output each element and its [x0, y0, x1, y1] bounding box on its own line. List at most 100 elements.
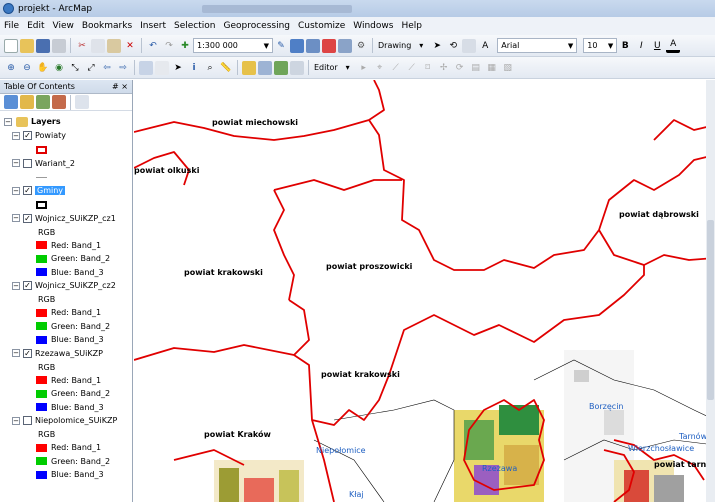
back-extent-icon[interactable]: ⇦ [100, 61, 114, 75]
map-vertical-scrollbar[interactable] [706, 80, 715, 502]
layer-row[interactable]: − Wariant_2 [12, 157, 75, 170]
layer-visibility-checkbox[interactable]: ✓ [23, 281, 32, 290]
layer-row[interactable]: − ✓ Wojnicz_SUiKZP_cz2 [12, 279, 116, 292]
list-by-drawing-order-icon[interactable] [4, 95, 18, 109]
layer-row[interactable]: − ✓ Powiaty [12, 129, 66, 142]
forward-extent-icon[interactable]: ⇨ [116, 61, 130, 75]
menu-file[interactable]: File [0, 21, 23, 31]
hyperlink-icon[interactable] [242, 60, 256, 75]
layer-name[interactable]: Rzezawa_SUiKZP [35, 349, 103, 358]
select-elements-icon[interactable]: ➤ [171, 61, 185, 75]
layer-visibility-checkbox[interactable]: ✓ [23, 186, 32, 195]
layers-root[interactable]: − Layers [4, 115, 61, 128]
layer-name[interactable]: Wariant_2 [35, 159, 75, 168]
map-scale-dropdown[interactable]: 1:300 000 ▼ [193, 38, 273, 53]
identify-icon[interactable]: i [187, 61, 201, 75]
layer-row[interactable]: − Niepolomice_SUiKZP [12, 414, 117, 427]
list-by-selection-icon[interactable] [52, 95, 66, 109]
collapse-icon[interactable]: − [12, 214, 20, 222]
menu-edit[interactable]: Edit [23, 21, 48, 31]
table-of-contents-icon[interactable] [290, 38, 304, 53]
fixed-zoom-out-icon[interactable]: ⤢ [84, 61, 98, 75]
menu-selection[interactable]: Selection [170, 21, 219, 31]
collapse-icon[interactable]: − [12, 416, 20, 425]
find-icon[interactable]: ⌕ [203, 61, 217, 75]
model-builder-icon[interactable]: ⚙ [354, 39, 368, 53]
layer-visibility-checkbox[interactable]: ✓ [23, 213, 32, 223]
layer-name[interactable]: Powiaty [35, 131, 66, 140]
layer-visibility-checkbox[interactable] [23, 158, 32, 168]
rotate-icon[interactable]: ⟲ [446, 39, 460, 53]
menu-windows[interactable]: Windows [349, 21, 397, 31]
list-by-visibility-icon[interactable] [36, 95, 50, 109]
font-dropdown[interactable]: Arial ▼ [497, 38, 578, 53]
menu-bookmarks[interactable]: Bookmarks [78, 21, 136, 31]
zoom-in-icon[interactable]: ⊕ [4, 61, 18, 75]
list-by-source-icon[interactable] [20, 95, 34, 109]
scrollbar-thumb[interactable] [707, 220, 714, 400]
collapse-icon[interactable]: − [12, 131, 20, 140]
go-to-xy-icon[interactable] [274, 60, 288, 75]
paste-icon[interactable] [107, 38, 121, 53]
menu-help[interactable]: Help [397, 21, 426, 31]
layer-visibility-checkbox[interactable]: ✓ [23, 131, 32, 140]
editor-menu[interactable]: Editor [314, 63, 338, 72]
arctoolbox-icon[interactable] [322, 38, 336, 53]
menu-geoprocessing[interactable]: Geoprocessing [219, 21, 294, 31]
delete-icon[interactable]: ✕ [123, 39, 137, 53]
menu-insert[interactable]: Insert [136, 21, 170, 31]
select-elements-icon[interactable]: ➤ [430, 39, 444, 53]
menu-view[interactable]: View [49, 21, 78, 31]
font-color-button[interactable]: A [666, 39, 681, 53]
python-window-icon[interactable] [338, 38, 352, 53]
editor-toolbar-icon[interactable]: ✎ [274, 39, 288, 53]
drawing-menu[interactable]: Drawing [378, 41, 411, 50]
layer-name[interactable]: Gminy [35, 186, 66, 195]
select-features-icon[interactable] [139, 60, 153, 75]
time-slider-icon[interactable] [290, 60, 304, 75]
redo-icon[interactable]: ↷ [162, 39, 176, 53]
collapse-icon[interactable]: − [12, 159, 20, 167]
measure-icon[interactable]: 📏 [219, 61, 233, 75]
chevron-down-icon[interactable]: ▾ [341, 61, 355, 75]
toc-pin-close[interactable]: # × [112, 82, 128, 91]
open-folder-icon[interactable] [20, 38, 34, 53]
collapse-icon[interactable]: − [12, 281, 20, 290]
html-popup-icon[interactable] [258, 60, 272, 75]
underline-button[interactable]: U [650, 39, 664, 53]
map-view[interactable]: powiat miechowski powiat olkuski powiat … [134, 80, 715, 502]
layer-visibility-checkbox[interactable]: ✓ [23, 348, 32, 358]
cut-icon[interactable]: ✂ [75, 39, 89, 53]
layer-visibility-checkbox[interactable] [23, 416, 32, 425]
layer-name[interactable]: Wojnicz_SUiKZP_cz2 [35, 281, 116, 290]
print-icon[interactable] [52, 38, 66, 53]
pan-icon[interactable]: ✋ [36, 61, 50, 75]
catalog-icon[interactable] [306, 38, 320, 53]
clear-selection-icon[interactable] [155, 60, 169, 75]
zoom-out-icon[interactable]: ⊖ [20, 61, 34, 75]
collapse-icon[interactable]: − [12, 349, 20, 357]
menu-customize[interactable]: Customize [294, 21, 349, 31]
copy-icon[interactable] [91, 38, 105, 53]
layer-name[interactable]: Niepolomice_SUiKZP [35, 416, 117, 425]
rectangle-icon[interactable] [462, 38, 477, 53]
bold-button[interactable]: B [618, 39, 632, 53]
save-icon[interactable] [36, 38, 50, 53]
chevron-down-icon[interactable]: ▾ [414, 39, 428, 53]
legend-item: RGB [38, 226, 55, 239]
layer-row[interactable]: − ✓ Wojnicz_SUiKZP_cz1 [12, 212, 116, 225]
new-text-icon[interactable]: A [478, 39, 492, 53]
fixed-zoom-in-icon[interactable]: ⤡ [68, 61, 82, 75]
layer-row[interactable]: − ✓ Gminy [12, 184, 66, 197]
layer-row[interactable]: − ✓ Rzezawa_SUiKZP [12, 347, 103, 360]
undo-icon[interactable]: ↶ [146, 39, 160, 53]
layer-name[interactable]: Wojnicz_SUiKZP_cz1 [35, 214, 116, 223]
full-extent-icon[interactable]: ◉ [52, 61, 66, 75]
collapse-icon[interactable]: − [4, 117, 12, 126]
add-data-icon[interactable]: ✚ [178, 39, 192, 53]
options-icon[interactable] [75, 95, 89, 109]
font-size-dropdown[interactable]: 10 ▼ [583, 38, 618, 53]
new-document-icon[interactable] [4, 38, 18, 53]
italic-button[interactable]: I [634, 39, 648, 53]
collapse-icon[interactable]: − [12, 186, 20, 195]
